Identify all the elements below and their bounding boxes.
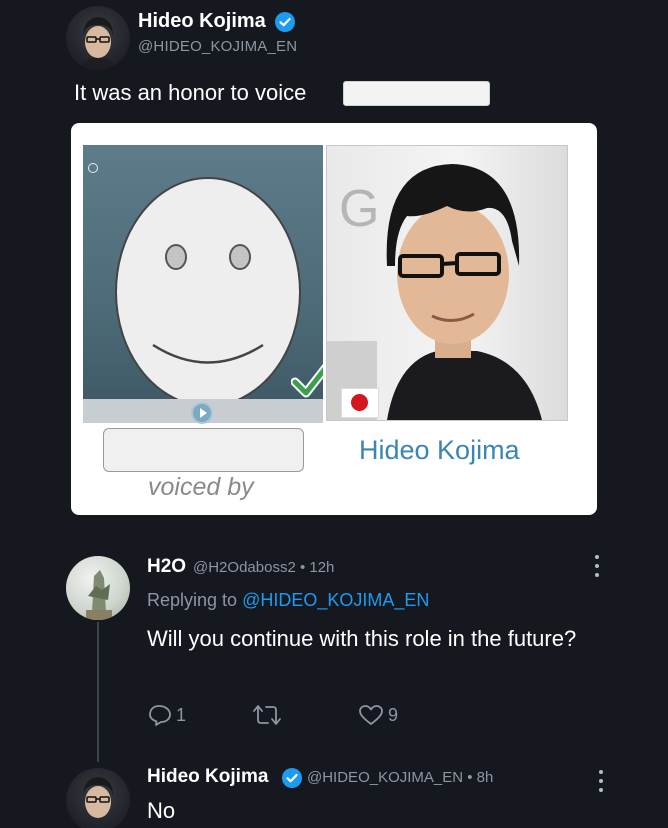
second-reply-handle-time[interactable]: @HIDEO_KOJIMA_EN • 8h bbox=[307, 769, 493, 786]
kojima-photo: G bbox=[326, 145, 568, 421]
replying-to: Replying to @HIDEO_KOJIMA_EN bbox=[147, 590, 429, 611]
photo-sign-letter: G bbox=[339, 180, 379, 238]
corner-mark bbox=[88, 163, 98, 173]
play-icon[interactable] bbox=[191, 402, 213, 424]
character-photo bbox=[83, 145, 323, 423]
like-icon bbox=[359, 705, 383, 725]
twitter-thread: Hideo Kojima @HIDEO_KOJIMA_EN It was an … bbox=[0, 0, 668, 828]
verified-badge-icon bbox=[282, 768, 302, 788]
reply-author-name[interactable]: H2O bbox=[147, 556, 186, 578]
reply-button[interactable]: 1 bbox=[147, 703, 186, 727]
smiley-face-icon bbox=[115, 177, 301, 407]
retweet-button[interactable] bbox=[250, 703, 287, 727]
second-reply-author-name[interactable]: Hideo Kojima bbox=[147, 766, 268, 788]
redacted-text-box bbox=[343, 81, 490, 106]
author-handle[interactable]: @HIDEO_KOJIMA_EN bbox=[138, 38, 297, 55]
more-options-icon[interactable] bbox=[598, 770, 604, 792]
reply-handle-time[interactable]: @H2Odaboss2 • 12h bbox=[193, 559, 334, 576]
checkmark-icon bbox=[291, 363, 323, 398]
thread-connector-line bbox=[97, 622, 99, 762]
tweet-image-card[interactable]: G Hideo Kojima voiced by bbox=[71, 123, 597, 515]
verified-badge-icon bbox=[275, 12, 295, 32]
author-avatar[interactable] bbox=[66, 6, 130, 70]
reply-author-avatar[interactable] bbox=[66, 556, 130, 620]
reply-count: 1 bbox=[176, 704, 187, 725]
voice-actor-name: Hideo Kojima bbox=[359, 435, 520, 465]
replying-to-prefix: Replying to bbox=[147, 590, 238, 610]
reply-text: Will you continue with this role in the … bbox=[147, 626, 577, 651]
retweet-icon bbox=[253, 705, 281, 725]
replying-to-mention[interactable]: @HIDEO_KOJIMA_EN bbox=[242, 590, 429, 610]
like-button[interactable]: 9 bbox=[357, 703, 398, 727]
author-name[interactable]: Hideo Kojima bbox=[138, 10, 266, 33]
japan-flag-icon bbox=[341, 388, 379, 418]
like-count: 9 bbox=[388, 704, 399, 725]
more-options-icon[interactable] bbox=[594, 555, 600, 577]
tweet-text: It was an honor to voice bbox=[74, 80, 307, 105]
redacted-name-box bbox=[103, 428, 304, 472]
reply-icon bbox=[149, 705, 171, 726]
voiced-by-caption: voiced by bbox=[148, 473, 254, 501]
second-reply-text: No bbox=[147, 798, 176, 823]
second-reply-avatar[interactable] bbox=[66, 768, 130, 828]
